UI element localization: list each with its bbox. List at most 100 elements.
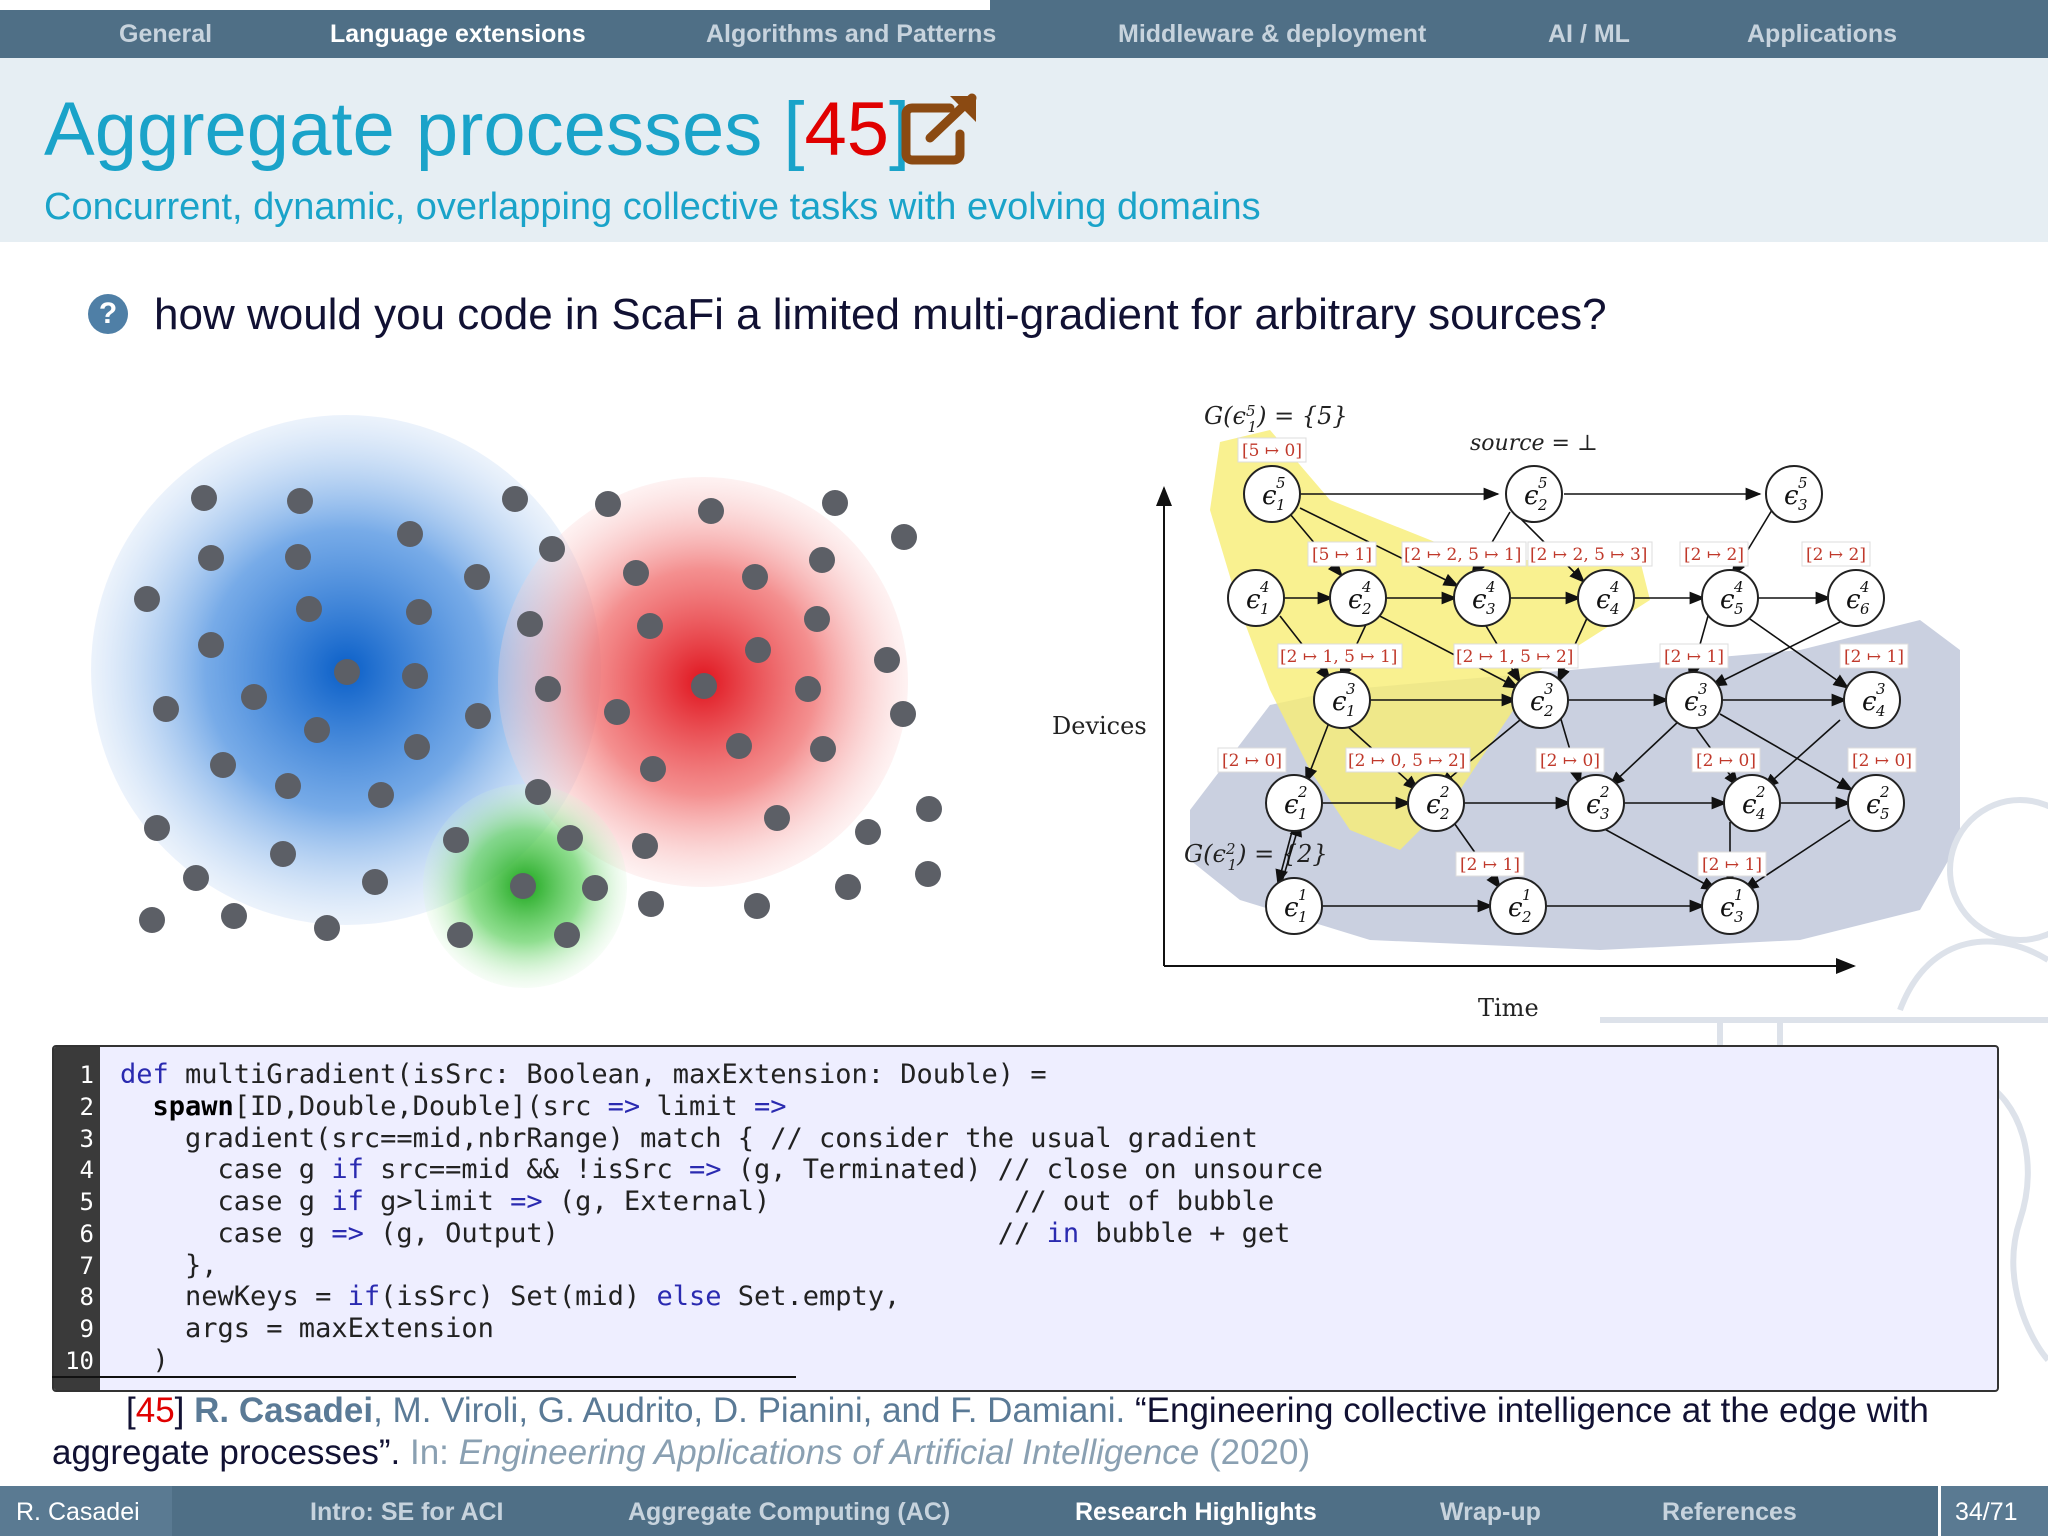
page-title: Aggregate processes [45] xyxy=(44,87,911,172)
svg-text:4: 4 xyxy=(1875,702,1886,720)
node-e2-2: ϵ 2 2 xyxy=(1407,774,1465,832)
svg-text:1: 1 xyxy=(1298,805,1308,823)
svg-text:ϵ: ϵ xyxy=(1524,481,1539,511)
svg-text:3: 3 xyxy=(1876,680,1886,698)
svg-text:[5 ↦ 0]: [5 ↦ 0] xyxy=(1242,441,1302,461)
svg-text:[2 ↦ 0]: [2 ↦ 0] xyxy=(1696,751,1756,771)
svg-text:1: 1 xyxy=(1276,496,1286,514)
svg-text:1: 1 xyxy=(1260,600,1270,618)
svg-text:[2 ↦ 0]: [2 ↦ 0] xyxy=(1222,751,1282,771)
svg-text:3: 3 xyxy=(1544,680,1554,698)
svg-text:4: 4 xyxy=(1485,578,1496,596)
svg-text:ϵ: ϵ xyxy=(1426,790,1441,820)
svg-text:[2 ↦ 1, 5 ↦ 1]: [2 ↦ 1, 5 ↦ 1] xyxy=(1280,647,1397,667)
nav-item-middleware[interactable]: Middleware & deployment xyxy=(1118,20,1426,49)
svg-text:[2 ↦ 1]: [2 ↦ 1] xyxy=(1460,855,1520,875)
svg-text:4: 4 xyxy=(1609,578,1620,596)
node-e2-1: ϵ 2 1 xyxy=(1265,774,1323,832)
reference-footnote: [45] R. Casadei, M. Viroli, G. Audrito, … xyxy=(52,1391,1929,1472)
nav-item-general[interactable]: General xyxy=(119,20,212,49)
svg-text:3: 3 xyxy=(1798,496,1808,514)
code-line: 2 spawn[ID,Double,Double](src => limit =… xyxy=(79,1091,787,1122)
svg-text:[2 ↦ 1]: [2 ↦ 1] xyxy=(1844,647,1904,667)
node-e5-3: ϵ 5 3 xyxy=(1765,465,1823,523)
question-text: how would you code in ScaFi a limited mu… xyxy=(154,290,1607,339)
svg-text:3: 3 xyxy=(1698,702,1708,720)
svg-text:[2 ↦ 2]: [2 ↦ 2] xyxy=(1806,545,1866,565)
reference-number[interactable]: 45 xyxy=(136,1391,175,1430)
node-e4-2: ϵ 4 2 xyxy=(1329,569,1387,627)
node-e5-1: ϵ 5 1 xyxy=(1243,465,1301,523)
svg-text:2: 2 xyxy=(1297,783,1308,801)
nav-item-applications[interactable]: Applications xyxy=(1747,20,1897,49)
footnote-rule xyxy=(52,1376,796,1378)
top-navigation: General Language extensions Algorithms a… xyxy=(0,10,2048,58)
node-e4-3: ϵ 4 3 xyxy=(1453,569,1511,627)
code-line: 4 case g if src==mid && !isSrc => (g, Te… xyxy=(79,1154,1323,1185)
title-text: Aggregate processes xyxy=(44,87,763,172)
svg-text:ϵ: ϵ xyxy=(1596,585,1611,615)
svg-text:4: 4 xyxy=(1733,578,1744,596)
title-citation[interactable]: 45 xyxy=(804,87,889,172)
svg-text:ϵ: ϵ xyxy=(1284,893,1299,923)
nav-item-language-extensions[interactable]: Language extensions xyxy=(330,20,586,49)
svg-text:5: 5 xyxy=(1798,474,1808,492)
nav-progress-indicator xyxy=(990,0,2048,10)
section-intro[interactable]: Intro: SE for ACI xyxy=(310,1498,504,1527)
code-line: 1 def multiGradient(isSrc: Boolean, maxEx… xyxy=(79,1059,1047,1090)
code-line: 5 case g if g>limit => (g, External) // … xyxy=(79,1186,1275,1217)
node-e1-1: ϵ 1 1 xyxy=(1265,877,1323,935)
svg-text:[2 ↦ 1]: [2 ↦ 1] xyxy=(1664,647,1724,667)
nav-item-ai-ml[interactable]: AI / ML xyxy=(1548,20,1630,49)
code-line: 3 gradient(src==mid,nbrRange) match { //… xyxy=(79,1123,1258,1154)
axis-label-devices: Devices xyxy=(1052,712,1147,740)
svg-text:ϵ: ϵ xyxy=(1530,687,1545,717)
svg-text:[2 ↦ 2]: [2 ↦ 2] xyxy=(1684,545,1744,565)
svg-text:[2 ↦ 2, 5 ↦ 1]: [2 ↦ 2, 5 ↦ 1] xyxy=(1404,545,1521,565)
svg-text:4: 4 xyxy=(1859,578,1870,596)
svg-text:3: 3 xyxy=(1346,680,1356,698)
code-line: 6 case g => (g, Output) // in bubble + g… xyxy=(79,1218,1291,1249)
section-references[interactable]: References xyxy=(1662,1498,1797,1527)
annotation-g5: G(ϵ5 1) = {5} xyxy=(1204,402,1348,436)
section-research-highlights[interactable]: Research Highlights xyxy=(1075,1498,1317,1527)
section-wrap-up[interactable]: Wrap-up xyxy=(1440,1498,1541,1527)
svg-text:[2 ↦ 0]: [2 ↦ 0] xyxy=(1852,751,1912,771)
svg-text:1: 1 xyxy=(1298,908,1308,926)
bubbles-figure xyxy=(91,415,942,988)
svg-text:[5 ↦ 1]: [5 ↦ 1] xyxy=(1312,545,1372,565)
node-e3-1: ϵ 3 1 xyxy=(1313,671,1371,729)
nav-item-algorithms[interactable]: Algorithms and Patterns xyxy=(706,20,996,49)
footer-author: R. Casadei xyxy=(0,1486,172,1536)
external-link-icon[interactable] xyxy=(900,90,986,166)
code-line: 7 }, xyxy=(79,1250,218,1281)
svg-text:[2 ↦ 2, 5 ↦ 3]: [2 ↦ 2, 5 ↦ 3] xyxy=(1530,545,1647,565)
svg-text:2: 2 xyxy=(1439,783,1450,801)
code-line: 9 args = maxExtension xyxy=(79,1313,494,1344)
svg-text:ϵ: ϵ xyxy=(1586,790,1601,820)
page-subtitle: Concurrent, dynamic, overlapping collect… xyxy=(44,186,1261,228)
svg-text:4: 4 xyxy=(1609,600,1620,618)
svg-text:4: 4 xyxy=(1361,578,1372,596)
svg-text:2: 2 xyxy=(1537,496,1548,514)
svg-text:6: 6 xyxy=(1860,600,1870,618)
bottom-navigation: R. Casadei Intro: SE for ACI Aggregate C… xyxy=(0,1486,2048,1536)
svg-text:2: 2 xyxy=(1543,702,1554,720)
node-e4-5: ϵ 4 5 xyxy=(1701,569,1759,627)
svg-text:3: 3 xyxy=(1698,680,1708,698)
svg-text:3: 3 xyxy=(1486,600,1496,618)
node-e3-3: ϵ 3 3 xyxy=(1665,671,1723,729)
svg-text:2: 2 xyxy=(1439,805,1450,823)
svg-text:5: 5 xyxy=(1276,474,1286,492)
svg-text:ϵ: ϵ xyxy=(1846,585,1861,615)
node-e4-6: ϵ 4 6 xyxy=(1827,569,1885,627)
svg-text:1: 1 xyxy=(1522,886,1532,904)
svg-text:ϵ: ϵ xyxy=(1720,585,1735,615)
axis-label-time: Time xyxy=(1478,994,1539,1022)
node-e1-2: ϵ 1 2 xyxy=(1489,877,1547,935)
svg-text:1: 1 xyxy=(1346,702,1356,720)
svg-text:ϵ: ϵ xyxy=(1508,893,1523,923)
svg-text:ϵ: ϵ xyxy=(1284,790,1299,820)
svg-text:5: 5 xyxy=(1734,600,1744,618)
section-aggregate-computing[interactable]: Aggregate Computing (AC) xyxy=(628,1498,950,1527)
